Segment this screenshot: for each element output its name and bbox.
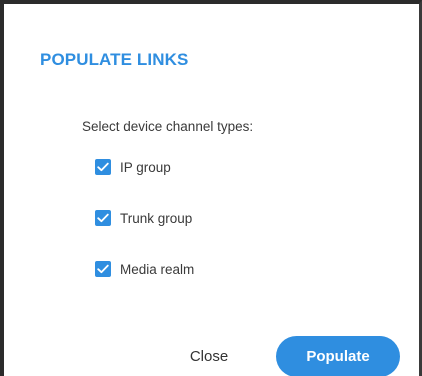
- media-realm-label: Media realm: [120, 261, 195, 277]
- populate-links-dialog: POPULATE LINKS Select device channel typ…: [0, 0, 422, 376]
- checkmark-icon: [97, 264, 109, 274]
- trunk-group-label: Trunk group: [120, 210, 193, 226]
- populate-button[interactable]: Populate: [276, 336, 400, 376]
- ip-group-label: IP group: [120, 159, 171, 175]
- option-ip-group[interactable]: IP group: [95, 159, 171, 175]
- trunk-group-checkbox[interactable]: [95, 210, 111, 226]
- dialog-title: POPULATE LINKS: [40, 50, 189, 69]
- media-realm-checkbox[interactable]: [95, 261, 111, 277]
- checkmark-icon: [97, 213, 109, 223]
- ip-group-checkbox[interactable]: [95, 159, 111, 175]
- option-media-realm[interactable]: Media realm: [95, 261, 194, 277]
- channel-types-instruction: Select device channel types:: [82, 119, 254, 134]
- checkmark-icon: [97, 162, 109, 172]
- close-button[interactable]: Close: [172, 339, 246, 375]
- option-trunk-group[interactable]: Trunk group: [95, 210, 192, 226]
